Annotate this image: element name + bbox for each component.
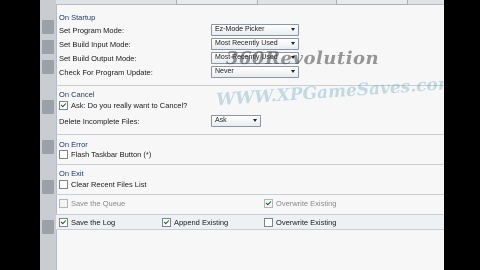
chevron-down-icon bbox=[253, 119, 257, 122]
log-overwrite-label: Overwrite Existing bbox=[276, 218, 337, 227]
left-border bbox=[56, 5, 57, 270]
options-dialog: On Startup Set Program Mode: Ez-Mode Pic… bbox=[56, 0, 444, 270]
section-on-startup: On Startup bbox=[59, 13, 96, 22]
checkbox-checked-icon bbox=[162, 218, 171, 227]
program-mode-label: Set Program Mode: bbox=[59, 26, 125, 35]
log-options-bar: Save the Log Append Existing Overwrite E… bbox=[56, 214, 444, 230]
section-divider bbox=[56, 85, 444, 86]
sidebar-thumb bbox=[42, 140, 54, 154]
sidebar-thumb bbox=[42, 60, 54, 74]
section-on-exit: On Exit bbox=[59, 169, 84, 178]
checkbox-checked-icon bbox=[59, 101, 68, 110]
delete-incomplete-value: Ask bbox=[215, 117, 227, 124]
video-letterbox-left bbox=[0, 0, 40, 270]
save-log-label: Save the Log bbox=[71, 218, 116, 227]
sidebar-thumb bbox=[42, 180, 54, 194]
check-update-label: Check For Program Update: bbox=[59, 68, 153, 77]
sidebar-thumb bbox=[42, 20, 54, 34]
checkbox-unchecked-icon bbox=[264, 218, 273, 227]
checkbox-unchecked-icon bbox=[59, 150, 68, 159]
build-output-mode-dropdown[interactable]: Most Recently Used bbox=[211, 52, 299, 64]
build-input-mode-label: Set Build Input Mode: bbox=[59, 40, 131, 49]
program-mode-value: Ez-Mode Picker bbox=[215, 26, 265, 33]
checkbox-unchecked-icon bbox=[59, 180, 68, 189]
checkbox-checked-icon bbox=[59, 218, 68, 227]
build-input-mode-dropdown[interactable]: Most Recently Used bbox=[211, 38, 299, 50]
ask-cancel-label: Ask: Do you really want to Cancel? bbox=[71, 101, 188, 110]
section-divider bbox=[56, 164, 444, 165]
sidebar-thumb bbox=[42, 40, 54, 54]
left-sidebar-strip bbox=[40, 0, 56, 270]
save-queue-label: Save the Queue bbox=[71, 199, 126, 208]
tab-bar bbox=[56, 0, 444, 5]
tab-options[interactable] bbox=[176, 0, 258, 5]
append-existing-label: Append Existing bbox=[174, 218, 229, 227]
section-on-cancel: On Cancel bbox=[59, 90, 95, 99]
section-on-error: On Error bbox=[59, 140, 88, 149]
chevron-down-icon bbox=[291, 56, 295, 59]
site-watermark: WWW.XPGameSaves.com bbox=[215, 73, 444, 111]
check-update-value: Never bbox=[215, 68, 234, 75]
chevron-down-icon bbox=[291, 70, 295, 73]
program-mode-dropdown[interactable]: Ez-Mode Picker bbox=[211, 24, 299, 36]
sidebar-thumb bbox=[42, 220, 54, 234]
video-letterbox-right bbox=[444, 0, 480, 270]
flash-taskbar-label: Flash Taskbar Button (*) bbox=[71, 150, 152, 159]
chevron-down-icon bbox=[291, 28, 295, 31]
build-input-mode-value: Most Recently Used bbox=[215, 40, 278, 47]
tab-other[interactable] bbox=[336, 0, 408, 5]
build-output-mode-label: Set Build Output Mode: bbox=[59, 54, 137, 63]
chevron-down-icon bbox=[291, 42, 295, 45]
section-divider bbox=[56, 134, 444, 135]
sidebar-thumb bbox=[42, 100, 54, 114]
section-divider bbox=[56, 194, 444, 195]
check-update-dropdown[interactable]: Never bbox=[211, 66, 299, 78]
checkbox-checked-icon bbox=[264, 199, 273, 208]
clear-recent-label: Clear Recent Files List bbox=[71, 180, 147, 189]
delete-incomplete-label: Delete Incomplete Files: bbox=[59, 117, 140, 126]
build-output-mode-value: Most Recently Used bbox=[215, 54, 278, 61]
delete-incomplete-dropdown[interactable]: Ask bbox=[211, 115, 261, 127]
checkbox-unchecked-icon bbox=[59, 199, 68, 208]
queue-overwrite-label: Overwrite Existing bbox=[276, 199, 337, 208]
